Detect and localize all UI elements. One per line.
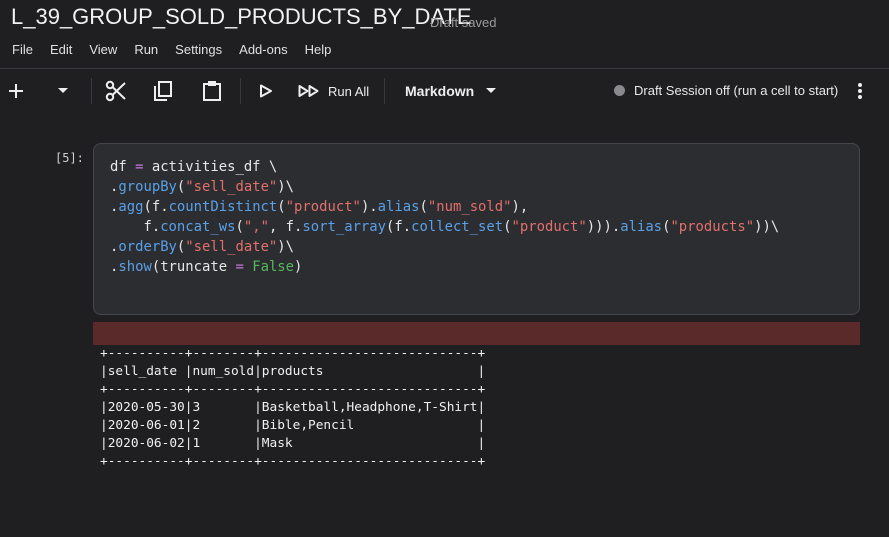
- paste-button[interactable]: [201, 76, 223, 106]
- session-status-text: Draft Session off (run a cell to start): [634, 83, 839, 98]
- menu-help[interactable]: Help: [305, 42, 332, 57]
- menu-run[interactable]: Run: [134, 42, 158, 57]
- scissors-icon: [105, 80, 126, 102]
- notebook-title[interactable]: L_39_GROUP_SOLD_PRODUCTS_BY_DATE: [11, 4, 472, 30]
- cut-button[interactable]: [104, 76, 128, 106]
- add-cell-dropdown[interactable]: [54, 76, 72, 106]
- session-status[interactable]: Draft Session off (run a cell to start): [614, 83, 838, 98]
- code-line: .show(truncate = False): [110, 259, 303, 275]
- cell-stderr-bar: [93, 322, 860, 345]
- code-line: df = activities_df \: [110, 159, 278, 175]
- code-cell-editor[interactable]: df = activities_df \ .groupBy("sell_date…: [93, 143, 860, 315]
- code-text[interactable]: df = activities_df \ .groupBy("sell_date…: [110, 157, 779, 277]
- cell-type-value: Markdown: [405, 83, 475, 99]
- code-line: .groupBy("sell_date")\: [110, 179, 295, 195]
- play-icon: [260, 84, 272, 98]
- toolbar-separator: [384, 78, 385, 104]
- more-options-button[interactable]: [852, 76, 868, 106]
- toolbar-separator: [240, 78, 241, 104]
- session-status-dot-icon: [614, 85, 625, 96]
- save-status: Draft saved: [430, 15, 497, 30]
- code-line: .orderBy("sell_date")\: [110, 239, 295, 255]
- cell-output-table: +----------+--------+-------------------…: [100, 346, 486, 469]
- run-cell-button[interactable]: [258, 76, 274, 106]
- run-all-button[interactable]: Run All: [298, 76, 369, 106]
- menu-file[interactable]: File: [12, 42, 33, 57]
- caret-down-icon: [58, 88, 68, 93]
- code-line: .agg(f.countDistinct("product").alias("n…: [110, 199, 529, 215]
- run-all-label: Run All: [328, 83, 370, 99]
- menu-view[interactable]: View: [89, 42, 117, 57]
- clipboard-icon: [203, 81, 221, 101]
- code-line: f.concat_ws(",", f.sort_array(f.collect_…: [110, 219, 780, 235]
- add-cell-button[interactable]: [6, 76, 26, 106]
- menu-addons[interactable]: Add-ons: [239, 42, 287, 57]
- more-vertical-icon: [858, 83, 862, 99]
- cell-execution-count: [5]:: [55, 151, 84, 165]
- toolbar-separator: [91, 78, 92, 104]
- caret-down-icon: [486, 88, 497, 93]
- plus-icon: [9, 84, 23, 98]
- menu-edit[interactable]: Edit: [50, 42, 72, 57]
- fast-forward-icon: [298, 85, 319, 97]
- menu-bar: File Edit View Run Settings Add-ons Help: [12, 42, 348, 57]
- copy-button[interactable]: [152, 76, 174, 106]
- menu-settings[interactable]: Settings: [175, 42, 222, 57]
- divider: [0, 68, 889, 69]
- copy-icon: [154, 81, 172, 101]
- cell-type-select[interactable]: Markdown: [405, 76, 497, 106]
